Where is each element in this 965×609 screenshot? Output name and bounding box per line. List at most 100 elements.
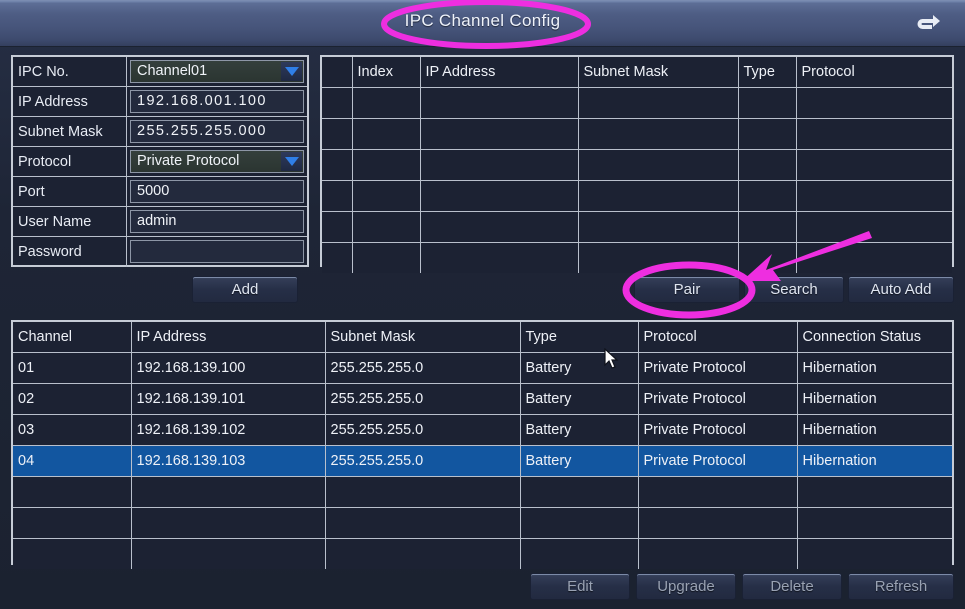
discovery-table-row[interactable] — [322, 211, 952, 243]
discovery-cell-type — [738, 180, 797, 212]
channel-cell-channel: 02 — [13, 383, 132, 415]
back-arrow-icon[interactable] — [913, 10, 943, 36]
discovery-cell-ip — [420, 211, 579, 243]
channel-table-row[interactable] — [13, 538, 952, 569]
discovery-cell-mask — [578, 149, 739, 181]
discovery-cell-check — [322, 180, 353, 212]
discovery-cell-type — [738, 242, 797, 273]
channel-cell-status: Hibernation — [797, 352, 952, 384]
channel-cell-protocol — [638, 507, 798, 539]
channel-table-row[interactable]: 01 192.168.139.100 255.255.255.0 Battery Pri… — [13, 352, 952, 384]
discovery-cell-check — [322, 87, 353, 119]
channel-cell-type: Battery — [520, 414, 639, 446]
discovery-cell-mask — [578, 180, 739, 212]
subnet-mask-input[interactable]: 255.255.255.000 — [130, 119, 304, 143]
channel-cell-status — [797, 538, 952, 569]
discovery-cell-check — [322, 118, 353, 150]
discovery-col-protocol: Protocol — [796, 57, 952, 88]
port-input[interactable]: 5000 — [130, 179, 304, 203]
channel-cell-ip — [131, 507, 326, 539]
channel-table-row[interactable]: 03 192.168.139.102 255.255.255.0 Battery Pri… — [13, 414, 952, 446]
discovery-cell-type — [738, 211, 797, 243]
discovery-cell-protocol — [796, 149, 952, 181]
channel-table-row[interactable] — [13, 476, 952, 508]
discovery-table-row[interactable] — [322, 87, 952, 119]
label-protocol: Protocol — [13, 147, 127, 176]
channel-cell-ip — [131, 476, 326, 508]
channel-cell-channel: 01 — [13, 352, 132, 384]
chevron-down-icon[interactable] — [281, 151, 302, 171]
chevron-down-icon[interactable] — [281, 61, 302, 81]
channel-cell-type — [520, 507, 639, 539]
discovery-col-type: Type — [738, 57, 797, 88]
discovery-col-checkbox — [322, 57, 353, 88]
title-bar: IPC Channel Config — [0, 0, 965, 47]
ipc-no-select[interactable]: Channel01 — [130, 59, 304, 83]
channel-cell-mask — [325, 538, 521, 569]
form-row-ipc-no: IPC No. Channel01 — [13, 57, 307, 87]
channel-col-type: Type — [520, 322, 639, 353]
form-row-protocol: Protocol Private Protocol — [13, 147, 307, 177]
channel-cell-type: Battery — [520, 445, 639, 477]
channel-cell-ip — [131, 538, 326, 569]
channel-cell-ip: 192.168.139.101 — [131, 383, 326, 415]
discovery-table-row[interactable] — [322, 149, 952, 181]
form-row-subnet-mask: Subnet Mask 255.255.255.000 — [13, 117, 307, 147]
discovery-cell-ip — [420, 242, 579, 273]
channel-cell-type: Battery — [520, 383, 639, 415]
channel-cell-channel — [13, 507, 132, 539]
channel-cell-ip: 192.168.139.102 — [131, 414, 326, 446]
form-row-port: Port 5000 — [13, 177, 307, 207]
channel-cell-status: Hibernation — [797, 414, 952, 446]
discovery-cell-index — [352, 211, 421, 243]
channel-cell-channel: 04 — [13, 445, 132, 477]
protocol-value: Private Protocol — [137, 153, 240, 169]
discovery-table-row[interactable] — [322, 118, 952, 150]
upgrade-button[interactable]: Upgrade — [636, 573, 736, 600]
password-input[interactable] — [130, 240, 304, 263]
discovery-cell-protocol — [796, 242, 952, 273]
label-subnet-mask: Subnet Mask — [13, 117, 127, 146]
label-ip-address: IP Address — [13, 87, 127, 116]
user-name-input[interactable]: admin — [130, 209, 304, 233]
channel-cell-type: Battery — [520, 352, 639, 384]
channel-cell-type — [520, 476, 639, 508]
discovery-table-row[interactable] — [322, 242, 952, 273]
discovery-cell-index — [352, 118, 421, 150]
search-button[interactable]: Search — [744, 276, 844, 303]
discovery-cell-check — [322, 242, 353, 273]
channel-cell-mask: 255.255.255.0 — [325, 414, 521, 446]
discovery-cell-type — [738, 149, 797, 181]
pair-button[interactable]: Pair — [634, 276, 740, 303]
channel-header-row: Channel IP Address Subnet Mask Type Prot… — [13, 322, 952, 353]
discovery-cell-type — [738, 87, 797, 119]
channel-cell-status — [797, 507, 952, 539]
channel-table-row[interactable] — [13, 507, 952, 539]
channel-cell-mask — [325, 507, 521, 539]
page-title: IPC Channel Config — [404, 11, 561, 30]
auto-add-button[interactable]: Auto Add — [848, 276, 954, 303]
label-port: Port — [13, 177, 127, 206]
discovery-col-subnet-mask: Subnet Mask — [578, 57, 739, 88]
channel-cell-protocol — [638, 538, 798, 569]
channel-cell-mask — [325, 476, 521, 508]
channel-col-channel: Channel — [13, 322, 132, 353]
channel-table-body: 01 192.168.139.100 255.255.255.0 Battery Pri… — [13, 352, 952, 569]
refresh-button[interactable]: Refresh — [848, 573, 954, 600]
channel-cell-channel: 03 — [13, 414, 132, 446]
channel-cell-channel — [13, 538, 132, 569]
discovery-table-row[interactable] — [322, 180, 952, 212]
channel-cell-status: Hibernation — [797, 445, 952, 477]
add-button[interactable]: Add — [192, 276, 298, 303]
discovery-cell-mask — [578, 118, 739, 150]
channel-col-subnet-mask: Subnet Mask — [325, 322, 521, 353]
ip-address-input[interactable]: 192.168.001.100 — [130, 89, 304, 113]
delete-button[interactable]: Delete — [742, 573, 842, 600]
discovery-cell-ip — [420, 87, 579, 119]
discovery-cell-protocol — [796, 87, 952, 119]
protocol-select[interactable]: Private Protocol — [130, 149, 304, 173]
channel-table-row[interactable]: 02 192.168.139.101 255.255.255.0 Battery Pri… — [13, 383, 952, 415]
channel-table-row[interactable]: 04 192.168.139.103 255.255.255.0 Battery Pri… — [13, 445, 952, 477]
edit-button[interactable]: Edit — [530, 573, 630, 600]
discovery-cell-protocol — [796, 118, 952, 150]
